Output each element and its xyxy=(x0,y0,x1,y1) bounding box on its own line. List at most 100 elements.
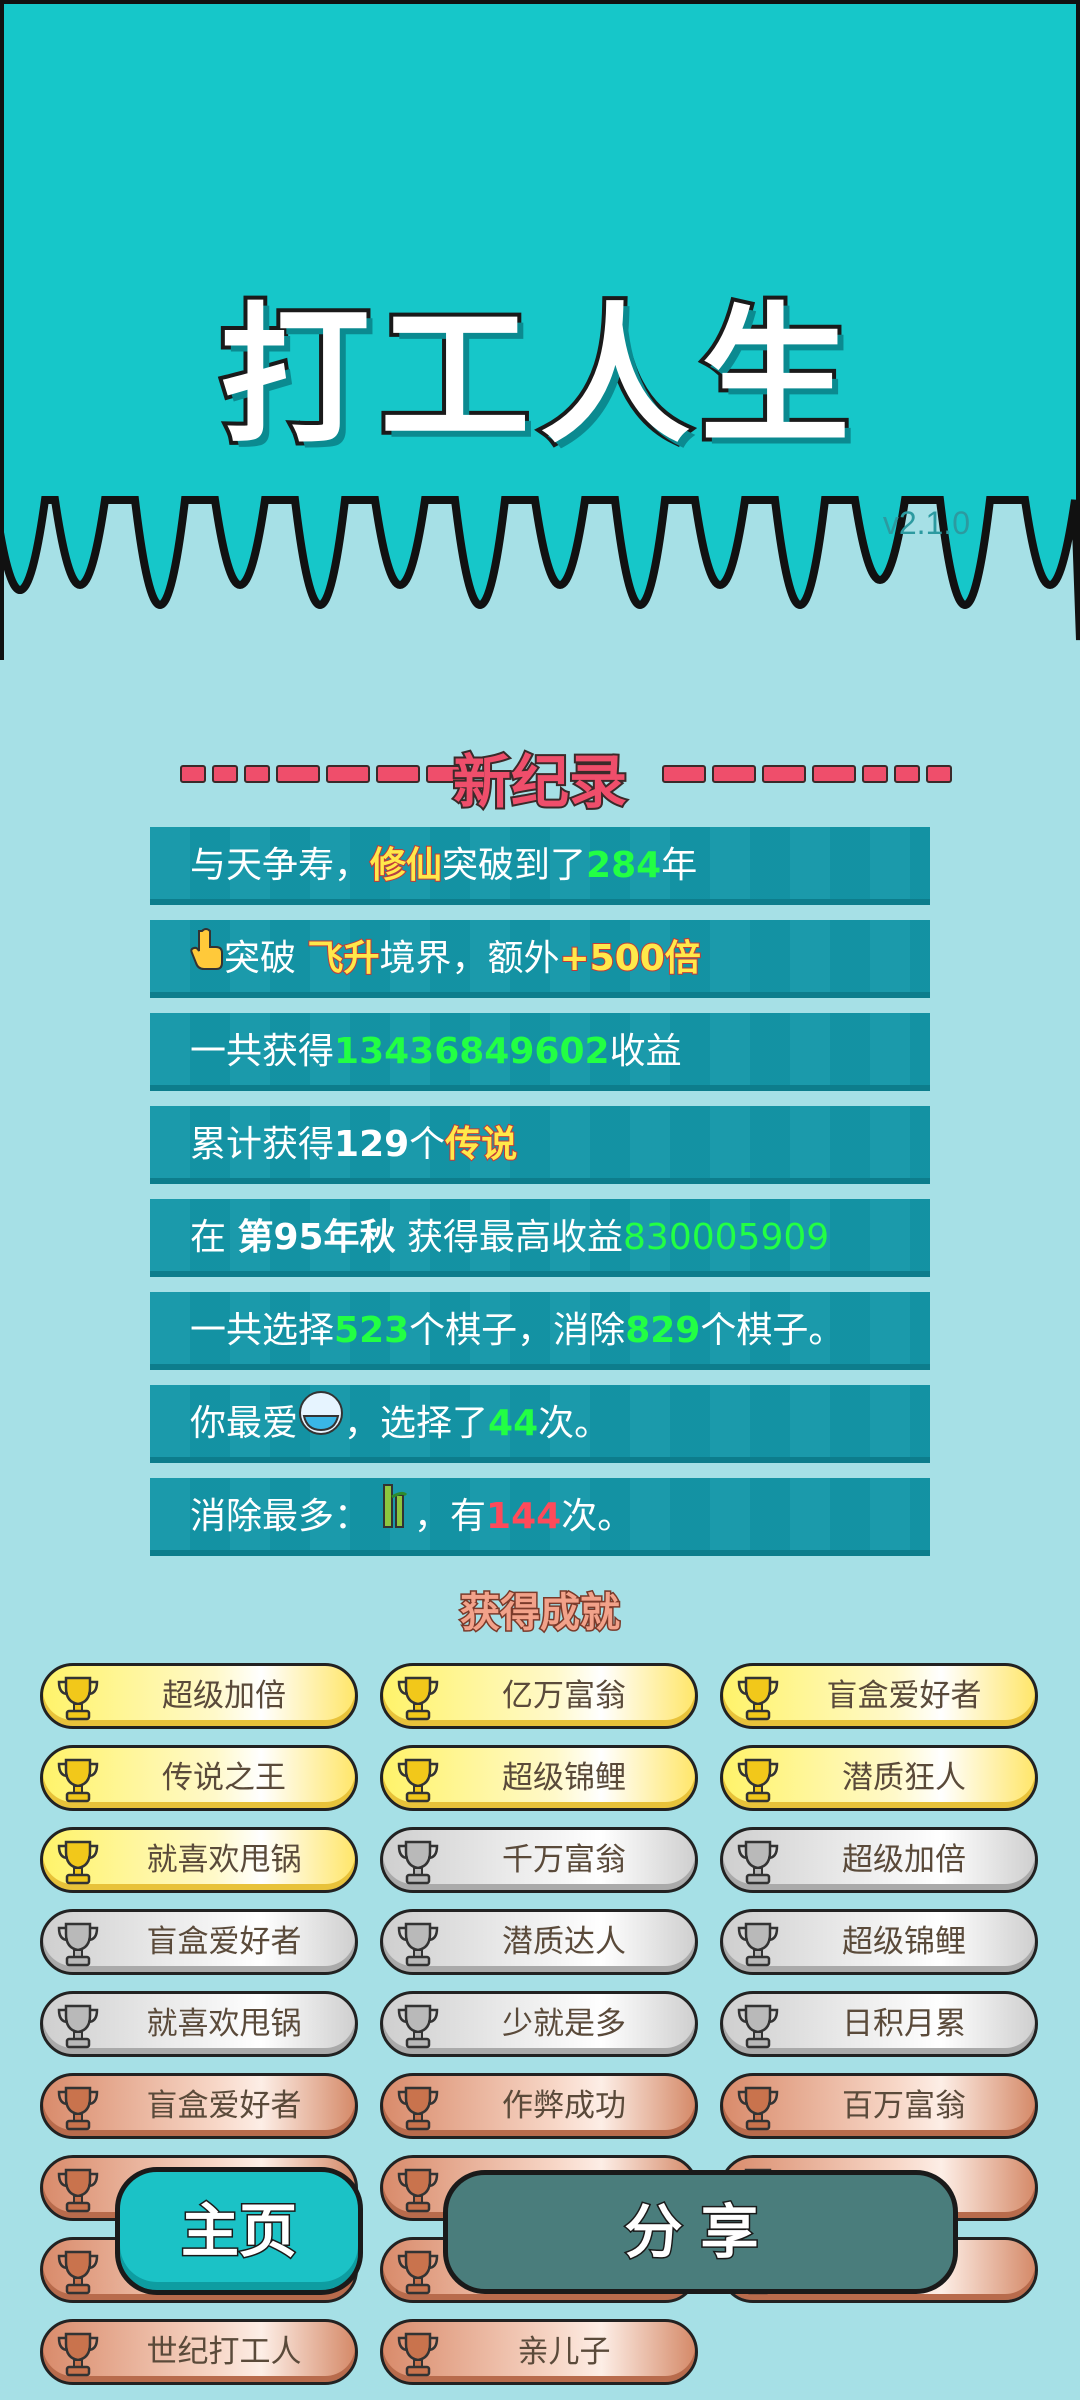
stat-row: 累计获得129个传说 xyxy=(150,1106,930,1184)
trophy-icon xyxy=(393,2330,443,2378)
share-button[interactable]: 分享 xyxy=(443,2170,958,2294)
trophy-icon xyxy=(393,2166,443,2214)
stat-highlight: 修仙 xyxy=(369,844,443,887)
achievements-title: 获得成就 xyxy=(459,1589,622,1638)
achievement-label: 盲盒爱好者 xyxy=(826,1678,982,1714)
stat-text: ，有 xyxy=(414,1496,487,1537)
home-button[interactable]: 主页 xyxy=(115,2167,363,2295)
trophy-icon xyxy=(53,2330,103,2378)
achievement-label: 潜质达人 xyxy=(502,1924,626,1960)
stat-text: 个棋子，消除 xyxy=(409,1310,626,1351)
achievement-badge[interactable]: 潜质狂人 xyxy=(720,1745,1038,1811)
stat-row: 消除最多： ，有144次。 xyxy=(150,1478,930,1556)
trophy-icon xyxy=(393,1756,443,1804)
header: 打工人生 v2.1.0 xyxy=(0,0,1080,720)
stat-highlight: 830005909 xyxy=(623,1217,830,1258)
achievement-badge[interactable]: 千万富翁 xyxy=(380,1827,698,1893)
stat-text: 累计获得 xyxy=(190,1124,335,1165)
stat-text: 年 xyxy=(661,845,698,886)
stat-text: 次。 xyxy=(561,1496,634,1537)
stat-text: 个棋子。 xyxy=(700,1310,845,1351)
stat-highlight: 飞升 xyxy=(306,937,380,980)
new-record-header: 新纪录 xyxy=(0,735,1080,818)
stat-text: 突破到了 xyxy=(442,845,587,886)
achievement-label: 世纪打工人 xyxy=(146,2334,302,2370)
stat-text: ，选择了 xyxy=(344,1403,489,1444)
stat-highlight: 284 xyxy=(586,845,662,886)
achievement-badge[interactable]: 传说之王 xyxy=(40,1745,358,1811)
stat-text: 收益 xyxy=(609,1031,682,1072)
stat-highlight: 523 xyxy=(334,1310,410,1351)
trophy-icon xyxy=(53,1920,103,1968)
trophy-icon xyxy=(733,1674,783,1722)
achievement-badge[interactable]: 超级加倍 xyxy=(720,1827,1038,1893)
stat-row: 一共获得13436849602收益 xyxy=(150,1013,930,1091)
stat-text: 与天争寿， xyxy=(190,845,371,886)
achievement-badge[interactable]: 日积月累 xyxy=(720,1991,1038,2057)
stat-row: 与天争寿，修仙突破到了284年 xyxy=(150,827,930,905)
stat-highlight: 第95年秋 xyxy=(237,1217,396,1258)
achievement-label: 超级锦鲤 xyxy=(502,1760,626,1796)
stat-text: 获得最高收益 xyxy=(395,1217,624,1258)
stats-list: 与天争寿，修仙突破到了284年突破 飞升境界，额外+500倍一共获得134368… xyxy=(150,827,930,1571)
stat-text: 境界，额外 xyxy=(379,938,560,979)
stat-text: 一共选择 xyxy=(190,1310,335,1351)
stat-highlight: 13436849602 xyxy=(334,1031,610,1072)
stat-text: 次。 xyxy=(538,1403,611,1444)
trophy-icon xyxy=(393,2002,443,2050)
achievement-badge[interactable]: 超级锦鲤 xyxy=(720,1909,1038,1975)
achievement-badge[interactable]: 盲盒爱好者 xyxy=(40,2073,358,2139)
achievement-label: 超级加倍 xyxy=(842,1842,966,1878)
pointing-hand-icon xyxy=(190,921,224,999)
achievement-badge[interactable]: 世纪打工人 xyxy=(40,2319,358,2385)
achievement-badge[interactable]: 潜质达人 xyxy=(380,1909,698,1975)
achievement-label: 超级锦鲤 xyxy=(842,1924,966,1960)
trophy-icon xyxy=(733,1756,783,1804)
achievement-label: 传说之王 xyxy=(162,1760,286,1796)
stat-highlight: +500倍 xyxy=(558,937,701,980)
stat-row: 你最爱 ，选择了44次。 xyxy=(150,1385,930,1463)
achievement-label: 亿万富翁 xyxy=(502,1678,626,1714)
trophy-icon xyxy=(393,1920,443,1968)
trophy-icon xyxy=(393,1838,443,1886)
stat-highlight: 44 xyxy=(488,1403,539,1444)
trophy-icon xyxy=(393,2084,443,2132)
achievement-badge[interactable]: 亲儿子 xyxy=(380,2319,698,2385)
trophy-icon xyxy=(53,1838,103,1886)
achievement-badge[interactable]: 亿万富翁 xyxy=(380,1663,698,1729)
version-label: v2.1.0 xyxy=(882,505,970,541)
achievement-badge[interactable]: 盲盒爱好者 xyxy=(720,1663,1038,1729)
achievement-badge[interactable]: 盲盒爱好者 xyxy=(40,1909,358,1975)
stat-row: 一共选择523个棋子，消除829个棋子。 xyxy=(150,1292,930,1370)
stat-highlight: 传说 xyxy=(444,1123,518,1166)
achievement-badge[interactable]: 就喜欢甩锅 xyxy=(40,1991,358,2057)
stat-highlight: 129 xyxy=(334,1124,410,1165)
achievement-badge[interactable]: 就喜欢甩锅 xyxy=(40,1827,358,1893)
trophy-icon xyxy=(393,1674,443,1722)
achievement-label: 超级加倍 xyxy=(162,1678,286,1714)
stat-text: 一共获得 xyxy=(190,1031,335,1072)
achievement-badge[interactable]: 超级锦鲤 xyxy=(380,1745,698,1811)
trophy-icon xyxy=(393,2248,443,2296)
stat-highlight: 829 xyxy=(625,1310,701,1351)
trophy-icon xyxy=(53,2166,103,2214)
stat-text: 你最爱 xyxy=(190,1403,299,1444)
achievement-label: 少就是多 xyxy=(502,2006,626,2042)
rice-bowl-icon xyxy=(298,1386,344,1464)
trophy-icon xyxy=(733,1838,783,1886)
achievement-label: 盲盒爱好者 xyxy=(146,2088,302,2124)
achievement-label: 作弊成功 xyxy=(502,2088,626,2124)
bamboo-icon xyxy=(370,1479,414,1557)
trophy-icon xyxy=(53,2084,103,2132)
achievement-badge[interactable]: 少就是多 xyxy=(380,1991,698,2057)
trophy-icon xyxy=(733,1920,783,1968)
trophy-icon xyxy=(53,1756,103,1804)
achievement-badge[interactable]: 超级加倍 xyxy=(40,1663,358,1729)
achievement-badge[interactable]: 百万富翁 xyxy=(720,2073,1038,2139)
achievement-label: 就喜欢甩锅 xyxy=(146,2006,302,2042)
stat-text: 突破 xyxy=(224,938,308,979)
achievement-label: 千万富翁 xyxy=(502,1842,626,1878)
achievement-badge[interactable]: 作弊成功 xyxy=(380,2073,698,2139)
achievement-label: 盲盒爱好者 xyxy=(146,1924,302,1960)
achievement-label: 亲儿子 xyxy=(517,2334,611,2370)
